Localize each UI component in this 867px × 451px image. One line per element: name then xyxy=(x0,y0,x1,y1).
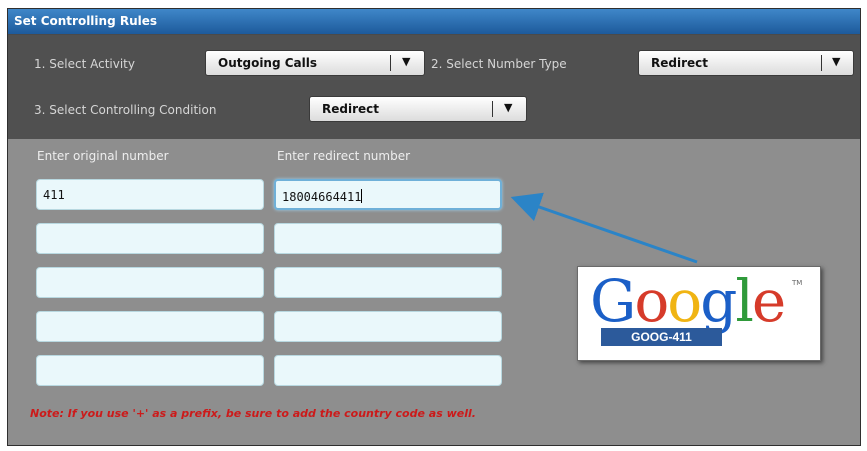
controlling-rules-panel: Set Controlling Rules 1. Select Activity… xyxy=(7,8,861,446)
number-type-select[interactable]: Redirect ▼ xyxy=(638,50,854,76)
text-caret xyxy=(361,189,363,203)
condition-select-divider xyxy=(492,101,493,117)
selection-area: 1. Select Activity Outgoing Calls ▼ 2. S… xyxy=(8,35,860,139)
original-number-field-1[interactable]: 411 xyxy=(36,179,264,210)
condition-select[interactable]: Redirect ▼ xyxy=(309,96,527,122)
original-number-field-4[interactable] xyxy=(36,311,264,342)
activity-select-divider xyxy=(390,55,391,71)
number-type-select-divider xyxy=(821,55,822,71)
chevron-down-icon[interactable]: ▼ xyxy=(832,55,840,68)
redirect-number-value-1: 18004664411 xyxy=(282,190,362,204)
redirect-number-field-4[interactable] xyxy=(274,311,502,342)
prefix-note: Note: If you use '+' as a prefix, be sur… xyxy=(30,407,476,420)
original-number-field-2[interactable] xyxy=(36,223,264,254)
condition-select-value: Redirect xyxy=(322,102,379,116)
goog411-caption: GOOG-411 xyxy=(601,328,722,346)
activity-select[interactable]: Outgoing Calls ▼ xyxy=(205,50,425,76)
redirect-number-field-3[interactable] xyxy=(274,267,502,298)
select-condition-label: 3. Select Controlling Condition xyxy=(34,103,217,117)
trademark-mark: TM xyxy=(792,279,803,287)
panel-title: Set Controlling Rules xyxy=(8,9,860,34)
redirect-number-field-5[interactable] xyxy=(274,355,502,386)
original-number-field-3[interactable] xyxy=(36,267,264,298)
number-type-select-value: Redirect xyxy=(651,56,708,70)
goog411-logo: Google TM GOOG-411 xyxy=(577,266,821,361)
activity-select-value: Outgoing Calls xyxy=(218,56,318,70)
chevron-down-icon[interactable]: ▼ xyxy=(402,55,410,68)
redirect-number-field-2[interactable] xyxy=(274,223,502,254)
original-number-field-5[interactable] xyxy=(36,355,264,386)
redirect-number-header: Enter redirect number xyxy=(277,149,411,163)
google-logo-word: Google xyxy=(590,267,786,335)
select-activity-label: 1. Select Activity xyxy=(34,57,135,71)
select-number-type-label: 2. Select Number Type xyxy=(431,57,567,71)
redirect-number-field-1[interactable]: 18004664411 xyxy=(274,179,502,210)
original-number-header: Enter original number xyxy=(37,149,169,163)
chevron-down-icon[interactable]: ▼ xyxy=(504,101,512,114)
